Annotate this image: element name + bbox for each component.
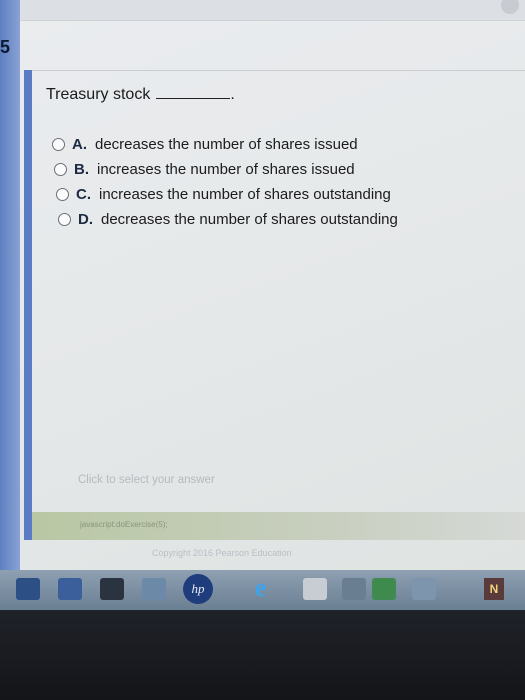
copyright-text: Copyright 2016 Pearson Education (152, 548, 292, 558)
option-b[interactable]: B. increases the number of shares issued (54, 161, 355, 178)
computer-icon[interactable] (100, 578, 124, 600)
option-text: increases the number of shares outstandi… (99, 186, 391, 203)
corner-icon (501, 0, 519, 14)
option-a[interactable]: A. decreases the number of shares issued (52, 136, 358, 153)
answer-blank (156, 86, 231, 99)
browser-status-bar: javascript:doExercise(5); (32, 512, 525, 540)
monitor-bezel (0, 610, 525, 700)
option-text: decreases the number of shares outstandi… (101, 211, 398, 228)
left-window-edge: 5 (0, 0, 20, 570)
network-icon[interactable] (142, 578, 166, 600)
folder-icon[interactable] (303, 578, 327, 600)
browser-viewport: 5 Treasury stock. A. decreases the numbe… (0, 0, 525, 570)
question-prompt: Treasury stock. (46, 86, 235, 104)
file-explorer-icon[interactable] (16, 578, 40, 600)
radio-button-icon[interactable] (54, 163, 67, 176)
option-letter: D. (78, 211, 93, 228)
radio-button-icon[interactable] (58, 213, 71, 226)
question-period: . (230, 86, 235, 103)
option-c[interactable]: C. increases the number of shares outsta… (56, 186, 391, 203)
app-icon[interactable] (58, 578, 82, 600)
window-icon[interactable] (342, 578, 366, 600)
store-icon[interactable] (372, 578, 396, 600)
internet-explorer-icon[interactable]: e (255, 573, 267, 603)
option-letter: A. (72, 136, 87, 153)
option-text: decreases the number of shares issued (95, 136, 358, 153)
hp-logo-icon[interactable]: hp (183, 574, 213, 604)
question-text: Treasury stock (46, 86, 151, 103)
option-d[interactable]: D. decreases the number of shares outsta… (58, 211, 398, 228)
left-edge-glyph: 5 (0, 37, 11, 57)
option-text: increases the number of shares issued (97, 161, 355, 178)
answer-hint: Click to select your answer (78, 474, 215, 486)
radio-button-icon[interactable] (56, 188, 69, 201)
option-letter: C. (76, 186, 91, 203)
top-bar (20, 0, 525, 21)
onenote-icon[interactable]: N (484, 578, 504, 600)
radio-button-icon[interactable] (52, 138, 65, 151)
status-url: javascript:doExercise(5); (80, 520, 168, 529)
photos-icon[interactable] (412, 578, 436, 600)
option-letter: B. (74, 161, 89, 178)
